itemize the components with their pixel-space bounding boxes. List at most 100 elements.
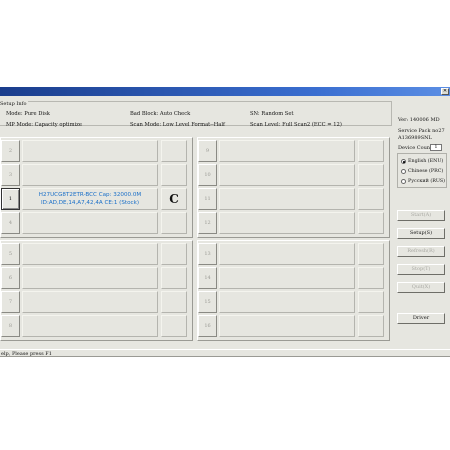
language-label: Pусский (RUS): [408, 179, 446, 184]
slot-info-panel: [219, 291, 355, 313]
slot-number-button[interactable]: 2: [1, 140, 20, 162]
device-slot-2[interactable]: 2: [1, 140, 191, 162]
build-text: A136989SNL: [398, 135, 432, 141]
start-button[interactable]: Start(A): [397, 210, 445, 221]
slot-number-button[interactable]: 10: [198, 164, 217, 186]
mptool-window: ✕ Setup Info Mode: Pure Disk MP Mode: Ca…: [0, 87, 450, 357]
language-group: English (ENU) Chinese (PRC) Pусский (RUS…: [397, 153, 447, 188]
slot-number-button[interactable]: 3: [1, 164, 20, 186]
slot-number-button[interactable]: 4: [1, 212, 20, 234]
slot-number-button[interactable]: 16: [198, 315, 217, 337]
slot-status-cell: [161, 212, 187, 234]
slot-info-panel: [219, 267, 355, 289]
setup-info-group: Setup Info Mode: Pure Disk MP Mode: Capa…: [0, 101, 392, 128]
slot-status-cell: [358, 188, 384, 210]
slot-status-cell: [161, 315, 187, 337]
slot-number-button[interactable]: 14: [198, 267, 217, 289]
slot-number-button[interactable]: 11: [198, 188, 217, 210]
device-count-label: Device Count:: [398, 145, 434, 151]
scan-level-text: Scan Level: Full Scan2 (ECC = 12): [250, 122, 342, 128]
device-slot-8[interactable]: 8: [1, 315, 191, 337]
radio-english[interactable]: [401, 159, 406, 164]
slot-info-panel: [219, 315, 355, 337]
slot-status-cell: [161, 140, 187, 162]
slot-status-cell: [358, 291, 384, 313]
slot-info-panel: [219, 164, 355, 186]
slot-info-panel: [219, 212, 355, 234]
language-option-chinese[interactable]: Chinese (PRC): [401, 169, 443, 174]
slot-chip-line: H27UCG8T2ETR-BCC Cap: 32000.0M: [38, 192, 142, 198]
bad-block-text: Bad Block: Auto Check: [130, 111, 191, 117]
device-slot-13[interactable]: 13: [198, 243, 388, 265]
radio-chinese[interactable]: [401, 169, 406, 174]
device-slot-11[interactable]: 11: [198, 188, 388, 210]
stop-button[interactable]: Stop(T): [397, 264, 445, 275]
slot-info-panel: [22, 212, 158, 234]
slot-number-button[interactable]: 1: [1, 188, 20, 210]
slot-info-panel: [219, 243, 355, 265]
slot-status-cell: [358, 212, 384, 234]
scan-mode-text: Scan Mode: Low Level Format--Half: [130, 122, 225, 128]
device-slot-14[interactable]: 14: [198, 267, 388, 289]
device-slot-5[interactable]: 5: [1, 243, 191, 265]
slot-status-cell: C: [161, 188, 187, 210]
slot-status-cell: [161, 291, 187, 313]
refresh-button[interactable]: Refresh(R): [397, 246, 445, 257]
device-slot-7[interactable]: 7: [1, 291, 191, 313]
slot-number-button[interactable]: 12: [198, 212, 217, 234]
language-label: English (ENU): [408, 159, 444, 164]
slot-status-cell: [358, 267, 384, 289]
status-bar: elp, Please press F1: [0, 349, 450, 357]
radio-russian[interactable]: [401, 179, 406, 184]
version-text: Ver: 140006 MD: [398, 117, 440, 123]
language-option-english[interactable]: English (ENU): [401, 159, 443, 164]
slot-number-button[interactable]: 8: [1, 315, 20, 337]
device-slot-4[interactable]: 4: [1, 212, 191, 234]
device-slot-3[interactable]: 3: [1, 164, 191, 186]
slot-info-panel: [22, 164, 158, 186]
device-slot-1[interactable]: 1 H27UCG8T2ETR-BCC Cap: 32000.0M ID:AD,D…: [1, 188, 191, 210]
device-slot-9[interactable]: 9: [198, 140, 388, 162]
quit-button[interactable]: Quit(X): [397, 282, 445, 293]
slot-id-line: ID:AD,DE,14,A7,42,4A CE:1 (Stock): [41, 199, 139, 206]
device-slot-12[interactable]: 12: [198, 212, 388, 234]
slot-status-cell: [358, 243, 384, 265]
device-slot-10[interactable]: 10: [198, 164, 388, 186]
device-count-input[interactable]: 1: [430, 144, 442, 151]
mode-text: Mode: Pure Disk: [6, 111, 50, 117]
slot-info-panel: [219, 188, 355, 210]
device-slot-6[interactable]: 6: [1, 267, 191, 289]
slot-number-button[interactable]: 7: [1, 291, 20, 313]
service-pack-text: Service Pack no27: [398, 128, 445, 134]
slot-number-button[interactable]: 15: [198, 291, 217, 313]
setup-info-label: Setup Info: [0, 101, 29, 107]
slot-status-cell: [161, 267, 187, 289]
title-bar[interactable]: ✕: [0, 87, 450, 96]
sn-text: SN: Random Set: [250, 111, 294, 117]
slot-status-cell: [358, 140, 384, 162]
slot-number-button[interactable]: 6: [1, 267, 20, 289]
slot-status-cell: [358, 315, 384, 337]
slot-info-panel: [22, 291, 158, 313]
slot-info-panel: [219, 140, 355, 162]
slot-info-panel: [22, 315, 158, 337]
mp-mode-text: MP Mode: Capacity optimize: [6, 122, 82, 128]
slot-info-panel: [22, 243, 158, 265]
close-window-button[interactable]: ✕: [441, 88, 449, 95]
slot-number-button[interactable]: 9: [198, 140, 217, 162]
language-label: Chinese (PRC): [408, 169, 444, 174]
slot-number-button[interactable]: 5: [1, 243, 20, 265]
device-slot-15[interactable]: 15: [198, 291, 388, 313]
slot-status-cell: [358, 164, 384, 186]
slot-status-cell: [161, 243, 187, 265]
slot-info-text: H27UCG8T2ETR-BCC Cap: 32000.0M ID:AD,DE,…: [27, 192, 153, 207]
device-slot-16[interactable]: 16: [198, 315, 388, 337]
slot-info-panel: [22, 140, 158, 162]
language-option-russian[interactable]: Pусский (RUS): [401, 179, 445, 184]
slot-info-panel: H27UCG8T2ETR-BCC Cap: 32000.0M ID:AD,DE,…: [22, 188, 158, 210]
driver-button[interactable]: Driver: [397, 313, 445, 324]
slot-info-panel: [22, 267, 158, 289]
slot-status-cell: [161, 164, 187, 186]
slot-number-button[interactable]: 13: [198, 243, 217, 265]
setup-button[interactable]: Setup(S): [397, 228, 445, 239]
